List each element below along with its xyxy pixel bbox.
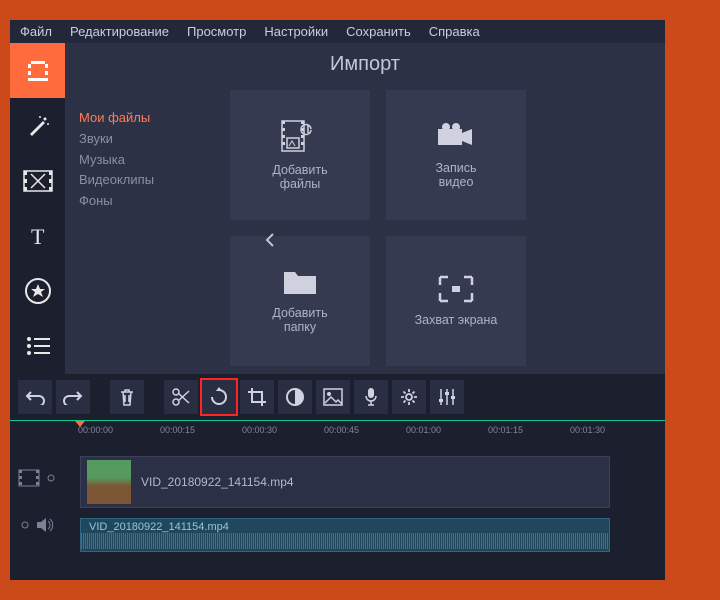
- wand-icon: [25, 113, 51, 139]
- contrast-icon: [285, 387, 305, 407]
- timeline-toolbar: [10, 374, 665, 420]
- speaker-icon: [36, 517, 54, 533]
- link-icon: [44, 471, 58, 485]
- menu-settings[interactable]: Настройки: [264, 24, 328, 39]
- ruler-mark: 00:00:45: [324, 425, 359, 435]
- crop-icon: [247, 387, 267, 407]
- tile-label: Добавитьпапку: [272, 306, 327, 334]
- timeline[interactable]: 00:00:00 00:00:15 00:00:30 00:00:45 00:0…: [10, 420, 665, 580]
- settings-button[interactable]: [392, 380, 426, 414]
- gear-icon: [399, 387, 419, 407]
- screen-capture-tile[interactable]: Захват экрана: [386, 236, 526, 366]
- tool-sidebar: T: [10, 43, 65, 374]
- menu-save[interactable]: Сохранить: [346, 24, 411, 39]
- category-sounds[interactable]: Звуки: [79, 129, 206, 150]
- collapse-panel-handle[interactable]: [265, 233, 275, 252]
- audio-track-header[interactable]: [18, 517, 68, 533]
- filmstrip-icon: [25, 58, 51, 84]
- category-videoclips[interactable]: Видеоклипы: [79, 170, 206, 191]
- record-video-tile[interactable]: Записьвидео: [386, 90, 526, 220]
- undo-icon: [25, 389, 45, 405]
- voiceover-button[interactable]: [354, 380, 388, 414]
- waveform: [81, 533, 609, 549]
- tile-label: Захват экрана: [415, 313, 498, 327]
- sidebar-import-button[interactable]: [10, 43, 65, 98]
- menubar: Файл Редактирование Просмотр Настройки С…: [10, 20, 665, 43]
- clip-properties-button[interactable]: [316, 380, 350, 414]
- trash-icon: [118, 387, 136, 407]
- ruler-mark: 00:00:15: [160, 425, 195, 435]
- equalizer-button[interactable]: [430, 380, 464, 414]
- star-circle-icon: [24, 277, 52, 305]
- sidebar-more-button[interactable]: [10, 318, 65, 373]
- clip-label: VID_20180922_141154.mp4: [141, 475, 294, 489]
- crop-button[interactable]: [240, 380, 274, 414]
- sliders-icon: [437, 387, 457, 407]
- import-category-list: Мои файлы Звуки Музыка Видеоклипы Фоны: [65, 80, 220, 376]
- sidebar-stickers-button[interactable]: [10, 263, 65, 318]
- delete-button[interactable]: [110, 380, 144, 414]
- camera-icon: [436, 121, 476, 151]
- undo-button[interactable]: [18, 380, 52, 414]
- sidebar-titles-button[interactable]: T: [10, 208, 65, 263]
- redo-icon: [63, 389, 83, 405]
- sidebar-filters-button[interactable]: [10, 98, 65, 153]
- svg-text:T: T: [31, 224, 45, 248]
- rotate-button[interactable]: [202, 380, 236, 414]
- audio-clip[interactable]: VID_20180922_141154.mp4: [80, 518, 610, 552]
- text-icon: T: [26, 224, 50, 248]
- menu-file[interactable]: Файл: [20, 24, 52, 39]
- ruler-mark: 00:01:30: [570, 425, 605, 435]
- add-files-tile[interactable]: Добавитьфайлы: [230, 90, 370, 220]
- add-files-icon: [280, 119, 320, 153]
- menu-help[interactable]: Справка: [429, 24, 480, 39]
- panel-title: Импорт: [65, 43, 665, 80]
- tile-label: Записьвидео: [435, 161, 476, 189]
- redo-button[interactable]: [56, 380, 90, 414]
- link-icon: [18, 518, 32, 532]
- menu-view[interactable]: Просмотр: [187, 24, 246, 39]
- ruler-mark: 00:00:30: [242, 425, 277, 435]
- capture-icon: [438, 275, 474, 303]
- rotate-icon: [209, 387, 229, 407]
- timeline-ruler[interactable]: 00:00:00 00:00:15 00:00:30 00:00:45 00:0…: [10, 420, 665, 450]
- list-icon: [26, 336, 50, 356]
- image-icon: [323, 388, 343, 406]
- scissors-icon: [171, 387, 191, 407]
- sidebar-transitions-button[interactable]: [10, 153, 65, 208]
- split-button[interactable]: [164, 380, 198, 414]
- tile-label: Добавитьфайлы: [272, 163, 327, 191]
- color-button[interactable]: [278, 380, 312, 414]
- mic-icon: [363, 387, 379, 407]
- chevron-left-icon: [265, 233, 275, 247]
- add-folder-tile[interactable]: Добавитьпапку: [230, 236, 370, 366]
- folder-icon: [282, 268, 318, 296]
- category-music[interactable]: Музыка: [79, 150, 206, 171]
- clip-thumbnail: [87, 460, 131, 504]
- video-track-header[interactable]: [18, 469, 68, 487]
- category-my-files[interactable]: Мои файлы: [79, 108, 206, 129]
- video-clip[interactable]: VID_20180922_141154.mp4: [80, 456, 610, 508]
- video-track-icon: [18, 469, 40, 487]
- ruler-mark: 00:01:15: [488, 425, 523, 435]
- menu-edit[interactable]: Редактирование: [70, 24, 169, 39]
- ruler-mark: 00:00:00: [78, 425, 113, 435]
- ruler-mark: 00:01:00: [406, 425, 441, 435]
- category-backgrounds[interactable]: Фоны: [79, 191, 206, 212]
- clip-label: VID_20180922_141154.mp4: [89, 521, 229, 533]
- transition-icon: [23, 170, 53, 192]
